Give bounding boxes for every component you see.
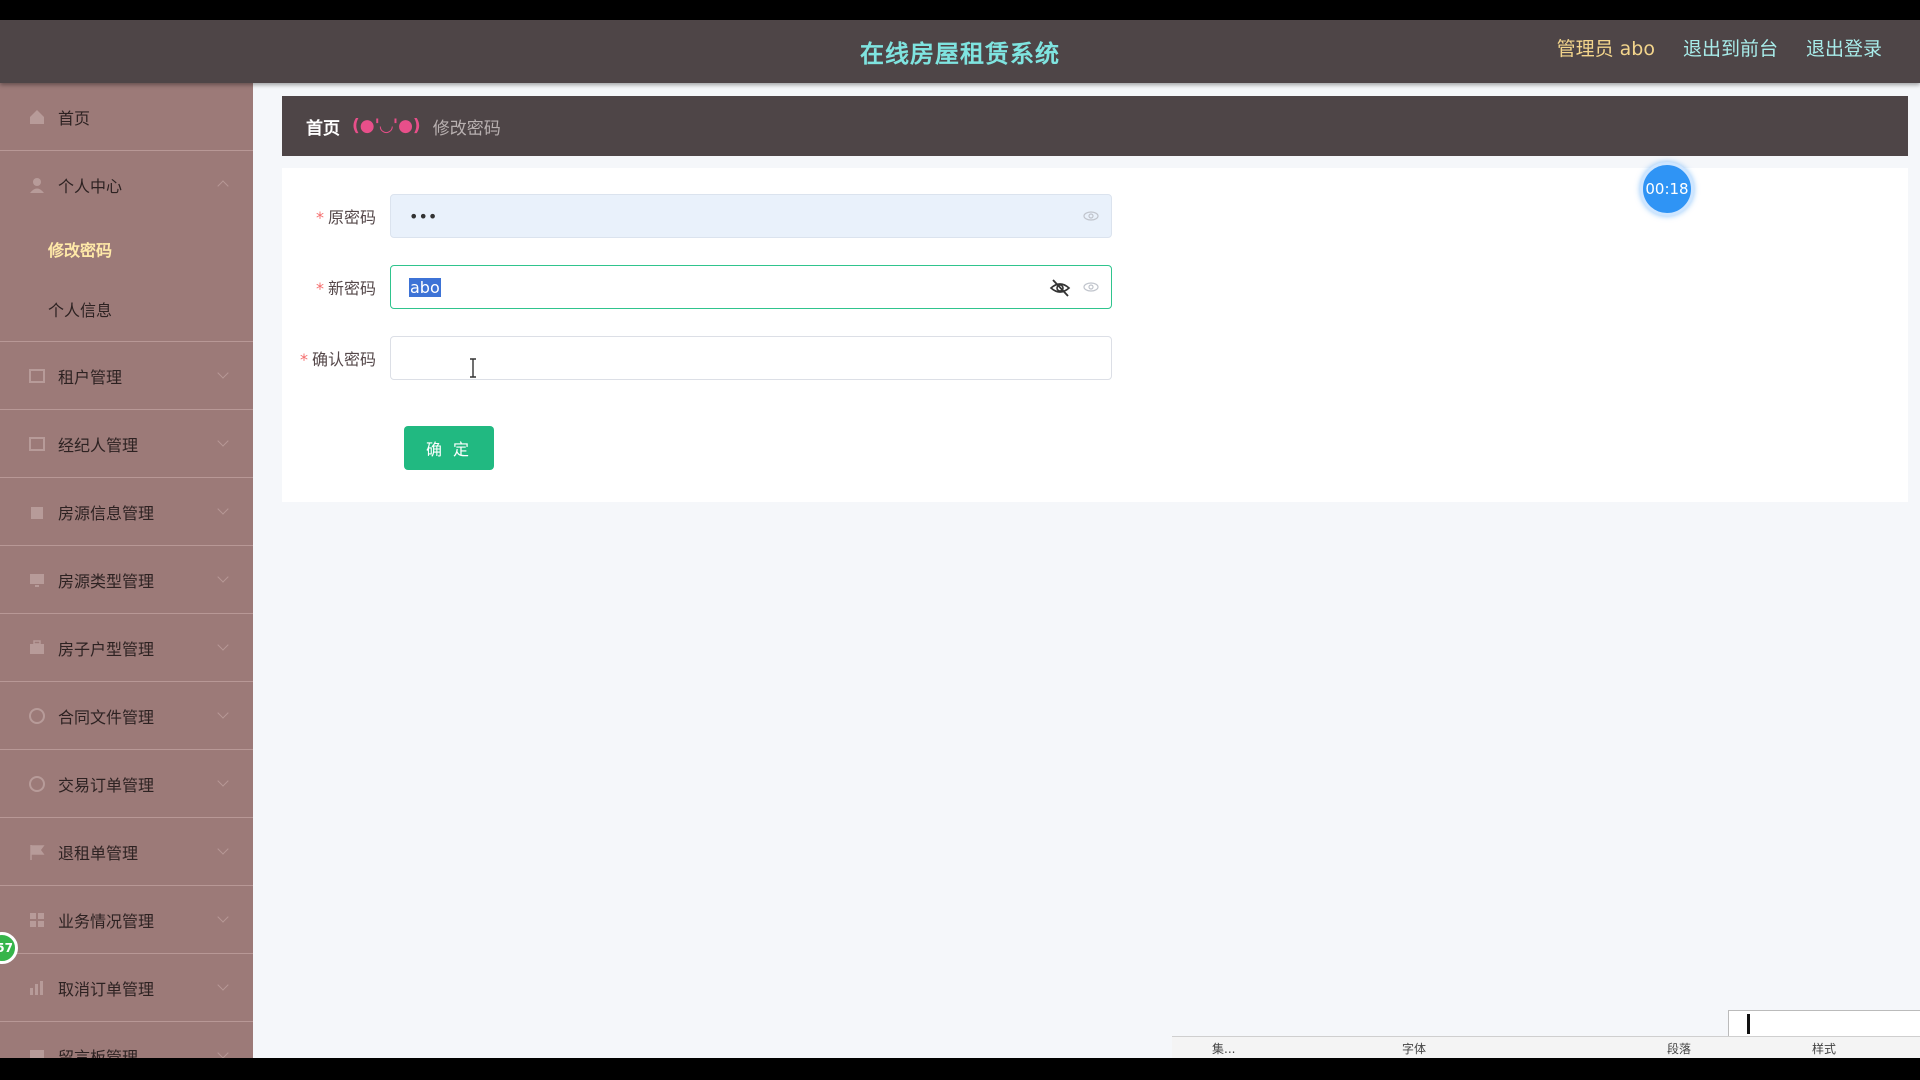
- list-icon: [29, 368, 45, 383]
- chevron-up-icon: [217, 180, 229, 192]
- breadcrumb-home[interactable]: 首页: [306, 114, 340, 139]
- home-icon: [30, 109, 44, 124]
- top-links: 管理员 abo 退出到前台 退出登录: [1557, 34, 1882, 61]
- sidebar-item-label: 业务情况管理: [58, 911, 155, 931]
- flag-icon: [30, 844, 45, 860]
- old-password-row: * 原密码 •••: [282, 194, 1112, 238]
- chevron-down-icon: [217, 979, 229, 991]
- sidebar-item-label: 交易订单管理: [58, 775, 155, 795]
- ribbon-fragment: 集... 字体 段落 样式: [1172, 1036, 1920, 1058]
- sidebar-item-listing-types[interactable]: 房源类型管理: [0, 546, 253, 614]
- eye-slash-icon[interactable]: [1049, 277, 1071, 299]
- old-password-input[interactable]: •••: [390, 194, 1112, 238]
- back-to-front-link[interactable]: 退出到前台: [1683, 34, 1778, 61]
- text-cursor-icon: [470, 358, 476, 378]
- required-mark: *: [299, 350, 308, 369]
- sidebar-item-label: 租户管理: [58, 367, 123, 387]
- user-icon: [30, 178, 44, 193]
- chevron-down-icon: [217, 707, 229, 719]
- grid-icon: [30, 912, 44, 927]
- confirm-password-row: * 确认密码: [282, 336, 1112, 380]
- required-mark: *: [315, 208, 324, 227]
- confirm-password-label: * 确认密码: [282, 346, 390, 370]
- confirm-password-input[interactable]: [390, 336, 1112, 380]
- old-password-label: * 原密码: [282, 204, 390, 228]
- sidebar-item-label: 房子户型管理: [58, 639, 155, 659]
- breadcrumb-separator: (●'◡'●): [352, 116, 421, 136]
- chevron-down-icon: [217, 911, 229, 923]
- sidebar-item-orders[interactable]: 交易订单管理: [0, 750, 253, 818]
- ribbon-label[interactable]: 样式: [1812, 1040, 1836, 1057]
- sidebar-item-tenants[interactable]: 租户管理: [0, 342, 253, 410]
- breadcrumb: 首页 (●'◡'●) 修改密码: [282, 96, 1908, 156]
- new-password-label: * 新密码: [282, 275, 390, 299]
- monitor-icon: [30, 573, 44, 587]
- sidebar: 首页 个人中心 修改密码 个人信息 租户管理 经纪人管理 房源信息管理 房源类型…: [0, 83, 253, 1058]
- ribbon-label[interactable]: 段落: [1667, 1040, 1691, 1057]
- confirm-password-label-text: 确认密码: [311, 350, 376, 369]
- sidebar-item-cancelled-orders[interactable]: 取消订单管理: [0, 954, 253, 1022]
- sidebar-item-contracts[interactable]: 合同文件管理: [0, 682, 253, 750]
- sidebar-item-personal-center[interactable]: 个人中心: [0, 151, 253, 219]
- sidebar-item-label: 经纪人管理: [58, 435, 139, 455]
- eye-icon[interactable]: [1083, 208, 1099, 224]
- ribbon-label[interactable]: 集...: [1212, 1040, 1235, 1057]
- card-icon: [29, 436, 45, 451]
- sidebar-group-personal-center: 个人中心 修改密码 个人信息: [0, 151, 253, 342]
- sidebar-subitem-personal-info[interactable]: 个人信息: [0, 279, 253, 339]
- chevron-down-icon: [217, 571, 229, 583]
- sidebar-item-label: 房源类型管理: [58, 571, 155, 591]
- sidebar-item-business[interactable]: 业务情况管理: [0, 886, 253, 954]
- sidebar-item-label: 首页: [58, 108, 91, 128]
- recording-timer[interactable]: 00:18: [1640, 162, 1694, 216]
- sidebar-item-move-out[interactable]: 退租单管理: [0, 818, 253, 886]
- chevron-down-icon: [217, 843, 229, 855]
- message-icon: [30, 1049, 44, 1058]
- house-icon: [31, 506, 43, 519]
- briefcase-icon: [30, 639, 44, 654]
- sidebar-item-label: 个人中心: [58, 177, 123, 196]
- chevron-down-icon: [217, 503, 229, 515]
- sidebar-item-home[interactable]: 首页: [0, 83, 253, 151]
- old-password-label-text: 原密码: [327, 208, 376, 227]
- bar-chart-icon: [30, 980, 43, 995]
- admin-label: 管理员 abo: [1556, 38, 1655, 60]
- chevron-down-icon: [217, 1047, 229, 1058]
- app-window: 在线房屋租赁系统 管理员 abo 退出到前台 退出登录 首页 个人中心 修改密码…: [0, 20, 1920, 1058]
- chevron-down-icon: [217, 367, 229, 379]
- new-password-input[interactable]: abo: [390, 265, 1112, 309]
- sidebar-item-label: 合同文件管理: [58, 707, 155, 727]
- sidebar-item-agents[interactable]: 经纪人管理: [0, 410, 253, 478]
- sidebar-item-house-layouts[interactable]: 房子户型管理: [0, 614, 253, 682]
- submit-button[interactable]: 确 定: [404, 426, 494, 470]
- chevron-down-icon: [217, 639, 229, 651]
- chevron-down-icon: [217, 435, 229, 447]
- chevron-down-icon: [217, 775, 229, 787]
- sidebar-item-label: 退租单管理: [58, 843, 139, 863]
- new-password-value: abo: [409, 277, 441, 297]
- new-password-row: * 新密码 abo: [282, 265, 1112, 309]
- required-mark: *: [315, 279, 324, 298]
- top-bar: 在线房屋租赁系统 管理员 abo 退出到前台 退出登录: [0, 20, 1920, 83]
- breadcrumb-current: 修改密码: [432, 118, 501, 139]
- sidebar-item-label: 取消订单管理: [58, 979, 155, 999]
- sidebar-item-listings[interactable]: 房源信息管理: [0, 478, 253, 546]
- sidebar-item-label: 留言板管理: [58, 1047, 139, 1059]
- new-password-label-text: 新密码: [327, 279, 376, 298]
- sidebar-item-label: 房源信息管理: [58, 503, 155, 523]
- compass-icon: [29, 775, 45, 792]
- text-caret: [1747, 1014, 1750, 1034]
- ribbon-label[interactable]: 字体: [1402, 1040, 1426, 1057]
- clock-icon: [29, 707, 45, 724]
- sidebar-subitem-change-password[interactable]: 修改密码: [0, 219, 253, 279]
- old-password-value: •••: [409, 206, 438, 226]
- change-password-form: * 原密码 ••• * 新密码 abo * 确认密码 确 定: [282, 168, 1908, 502]
- eye-icon[interactable]: [1083, 279, 1099, 295]
- logout-link[interactable]: 退出登录: [1806, 34, 1882, 61]
- sidebar-item-message-board[interactable]: 留言板管理: [0, 1022, 253, 1058]
- editor-window-fragment: [1728, 1010, 1920, 1038]
